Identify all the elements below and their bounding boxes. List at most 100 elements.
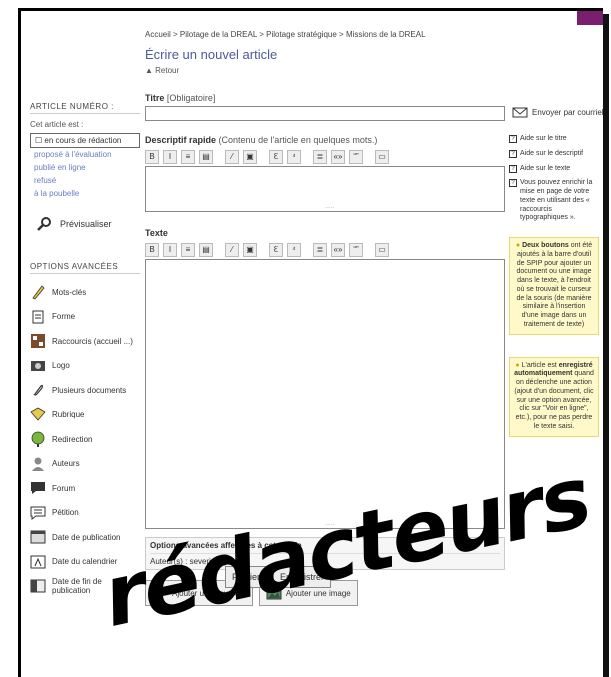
desc-textarea[interactable]: ..... [145,166,505,212]
option-label: Date de publication [52,532,121,542]
desc-hint: (Contenu de l'article en quelques mots.) [218,135,378,145]
toolbar-button[interactable]: ⁄ [225,243,239,257]
option-label: Rubrique [52,410,85,420]
status-option[interactable]: proposé à l'évaluation [30,148,140,161]
title-label-text: Titre [145,93,165,103]
toolbar-button[interactable]: ≣ [313,150,327,164]
corner-accent [577,11,603,25]
help-icon: ? [509,164,517,173]
option-authors[interactable]: Auteurs [30,452,140,477]
desc-label: Descriptif rapide (Contenu de l'article … [145,135,505,145]
help-label: Aide sur le titre [520,135,567,142]
preview-label: Prévisualiser [60,219,112,229]
toolbar-button[interactable]: ▣ [243,243,257,257]
toolbar-button[interactable]: «» [331,243,345,257]
toolbar-button[interactable]: “” [349,150,363,164]
option-shortcuts[interactable]: Raccourcis (accueil ...) [30,329,140,354]
option-keywords[interactable]: Mots-clés [30,280,140,305]
globe-icon [31,431,45,448]
status-option[interactable]: à la poubelle [30,187,140,200]
toolbar-button[interactable]: «» [331,150,345,164]
option-documents[interactable]: Plusieurs documents [30,378,140,403]
option-label: Forme [52,312,76,322]
breadcrumb[interactable]: Accueil > Pilotage de la DREAL > Pilotag… [145,30,505,39]
option-logo[interactable]: Logo [30,354,140,379]
option-redirect[interactable]: Redirection [30,427,140,452]
option-forum[interactable]: Forum [30,476,140,501]
bulb-icon: ● [515,361,520,369]
option-label: Mots-clés [52,287,87,297]
toolbar-button[interactable]: ⁴ [287,243,301,257]
toolbar-button[interactable]: I [163,243,177,257]
folder-icon [30,407,46,421]
bulb-icon: ● [515,242,521,249]
petition-icon [30,506,46,520]
status-current[interactable]: ☐ en cours de rédaction [30,133,140,148]
preview-button[interactable]: Prévisualiser [36,216,140,232]
status-option[interactable]: publié en ligne [30,161,140,174]
paperclip-icon [33,384,43,396]
help-shortcuts[interactable]: ? Vous pouvez enrichir la mise en page de… [509,179,599,223]
toolbar-button[interactable]: ℇ [269,150,283,164]
logo-icon [31,360,45,371]
help-icon: ? [509,135,517,143]
calendar-icon [30,579,46,593]
toolbar-button[interactable]: ▤ [199,150,213,164]
option-label: Pétition [52,508,79,518]
option-label: Redirection [52,434,93,444]
help-title[interactable]: ? Aide sur le titre [509,135,599,144]
desc-label-text: Descriptif rapide [145,135,217,145]
toolbar-button[interactable]: I [163,150,177,164]
toolbar-button[interactable]: “” [349,243,363,257]
toolbar-button[interactable]: ≡ [181,243,195,257]
option-label: Raccourcis (accueil ...) [52,336,133,346]
option-label: Auteurs [52,459,80,469]
back-link[interactable]: ▲ Retour [145,66,505,75]
left-sidebar: ARTICLE NUMÉRO : Cet article est : ☐ en … [30,100,140,599]
toolbar-button[interactable]: ≡ [181,150,195,164]
toolbar-button[interactable]: B [145,243,159,257]
help-desc[interactable]: ? Aide sur le descriptif [509,149,599,159]
option-section[interactable]: Rubrique [30,403,140,428]
pencil-icon [32,285,45,300]
toolbar-button[interactable]: ⁄ [225,150,239,164]
resize-grip[interactable]: ..... [325,203,335,210]
status-label: Cet article est : [30,120,84,129]
help-label: Aide sur le descriptif [520,149,584,157]
email-link[interactable]: Envoyer par courriel [512,104,604,120]
article-number-title: ARTICLE NUMÉRO : [30,100,140,114]
toolbar-button[interactable]: ▭ [375,243,389,257]
help-icon: ? [509,179,517,188]
page-title: Écrire un nouvel article [145,47,278,62]
toolbar-button[interactable]: ≣ [313,243,327,257]
option-petition[interactable]: Pétition [30,501,140,526]
speech-bubble-icon [31,482,45,495]
option-label: Forum [52,483,76,493]
calendar-icon [30,555,46,569]
user-icon [32,457,44,471]
advanced-options-title-left: OPTIONS AVANCÉES [30,260,140,274]
title-input[interactable] [145,106,505,121]
tip2-text: quand on déclenche une action (ajout d'u… [514,370,594,430]
tip2-pre: L'article est [521,361,559,369]
tip1-text: ont été ajoutés à la barre d'outil de SP… [516,242,593,328]
help-column: ? Aide sur le titre ? Aide sur le descript… [509,135,599,437]
text-label: Texte [145,228,168,238]
toolbar-button[interactable]: ▤ [199,243,213,257]
status-option[interactable]: refusé [30,174,140,187]
title-label: Titre [Obligatoire] [145,93,505,103]
help-text[interactable]: ? Aide sur le texte [509,164,599,174]
tip1-bold: Deux boutons [522,242,569,249]
help-label: Vous pouvez enrichir la mise en page de … [520,179,593,222]
help-icon: ? [509,149,517,158]
magnifier-icon [37,217,51,231]
tip-two-buttons: ● Deux boutons ont été ajoutés à la barr… [509,237,599,335]
toolbar-button[interactable]: ⁴ [287,150,301,164]
option-form[interactable]: Forme [30,305,140,330]
toolbar-button[interactable]: ℇ [269,243,283,257]
toolbar-button[interactable]: B [145,150,159,164]
toolbar-button[interactable]: ▣ [243,150,257,164]
toolbar-button[interactable]: ▭ [375,150,389,164]
calendar-icon [30,530,46,544]
help-label: Aide sur le texte [520,164,571,172]
